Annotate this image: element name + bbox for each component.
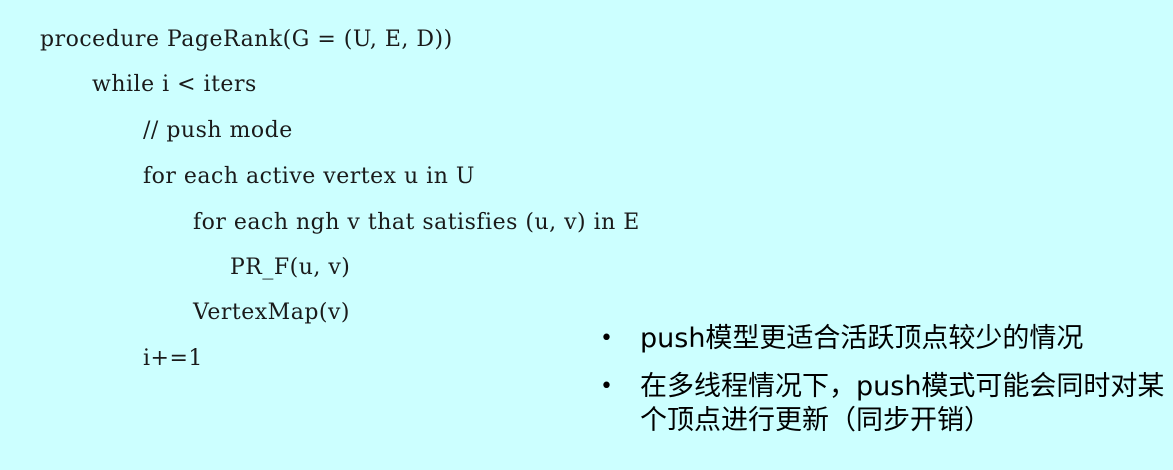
- code-line-for-vertex: for each active vertex u in U: [143, 164, 475, 189]
- code-line-increment: i+=1: [143, 346, 203, 371]
- code-line-for-neighbor: for each ngh v that satisfies (u, v) in …: [193, 210, 640, 235]
- note-text: push模型更适合活跃顶点较少的情况: [640, 323, 1084, 354]
- code-line-vertexmap: VertexMap(v): [193, 300, 350, 325]
- bullet-marker: •: [600, 374, 613, 399]
- code-line-comment: // push mode: [143, 118, 293, 143]
- notes-list: • push模型更适合活跃顶点较少的情况 • 在多线程情况下，push模式可能会…: [598, 322, 1168, 452]
- bullet-marker: •: [600, 326, 613, 351]
- code-line-procedure: procedure PageRank(G = (U, E, D)): [40, 27, 453, 52]
- note-text: 在多线程情况下，push模式可能会同时对某个顶点进行更新（同步开销）: [640, 371, 1165, 436]
- code-line-while: while i < iters: [92, 72, 257, 97]
- note-item: • 在多线程情况下，push模式可能会同时对某个顶点进行更新（同步开销）: [598, 370, 1168, 438]
- code-line-pr-f: PR_F(u, v): [230, 255, 351, 280]
- note-item: • push模型更适合活跃顶点较少的情况: [598, 322, 1168, 356]
